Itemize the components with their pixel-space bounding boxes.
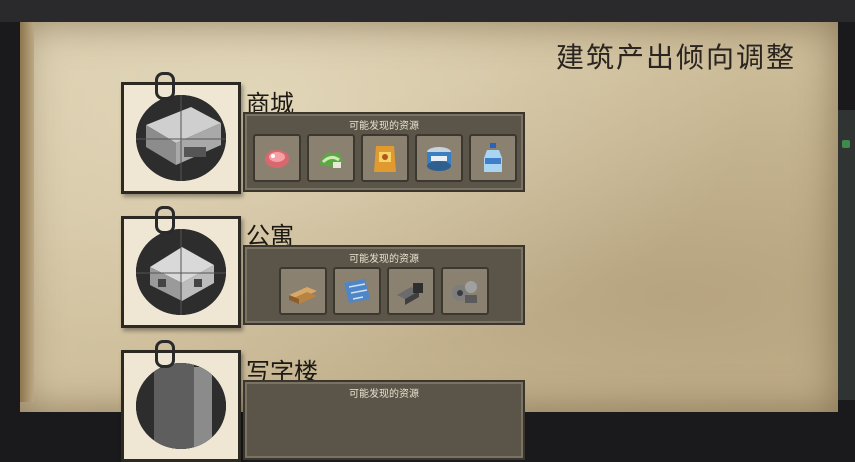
top-bar: [0, 0, 855, 22]
resource-slot[interactable]: [279, 267, 327, 315]
page-title: 建筑产出倾向调整: [556, 41, 797, 74]
resources-label: 可能发现的资源: [349, 121, 419, 132]
resources-label: 可能发现的资源: [349, 389, 419, 400]
resource-slot[interactable]: [469, 134, 517, 182]
resources-label: 可能发现的资源: [349, 254, 419, 265]
resource-slot[interactable]: [333, 267, 381, 315]
blueprint-fabric-icon: [344, 279, 370, 303]
resource-slot[interactable]: [307, 134, 355, 182]
paper-clip-icon: [155, 340, 175, 368]
meat-icon: [265, 150, 289, 168]
resources-panel: 可能发现的资源: [243, 245, 525, 325]
resource-slot[interactable]: [253, 134, 301, 182]
resources-panel: 可能发现的资源: [243, 380, 525, 460]
resource-slot[interactable]: [361, 134, 409, 182]
resource-slot[interactable]: [415, 134, 463, 182]
mall-building-icon: [136, 95, 226, 181]
resources-panel: 可能发现的资源: [243, 112, 525, 192]
resource-slot[interactable]: [441, 267, 489, 315]
paper-clip-icon: [155, 206, 175, 234]
resource-slot[interactable]: [387, 267, 435, 315]
building-photo-apartment[interactable]: [121, 216, 241, 328]
office-building-icon: [136, 363, 226, 449]
apartment-building-icon: [136, 229, 226, 315]
mechanical-parts-icon: [452, 281, 477, 303]
wood-planks-icon: [289, 287, 317, 304]
vegetables-icon: [319, 152, 343, 168]
right-side-panel: [838, 110, 855, 400]
water-bottle-icon: [484, 143, 502, 172]
paper-edge: [20, 22, 34, 402]
canned-food-icon: [427, 147, 451, 171]
indicator-icon: [842, 140, 850, 148]
building-photo-office[interactable]: [121, 350, 241, 462]
building-photo-mall[interactable]: [121, 82, 241, 194]
paper-clip-icon: [155, 72, 175, 100]
chips-snack-icon: [374, 146, 396, 172]
metal-parts-icon: [397, 283, 423, 305]
